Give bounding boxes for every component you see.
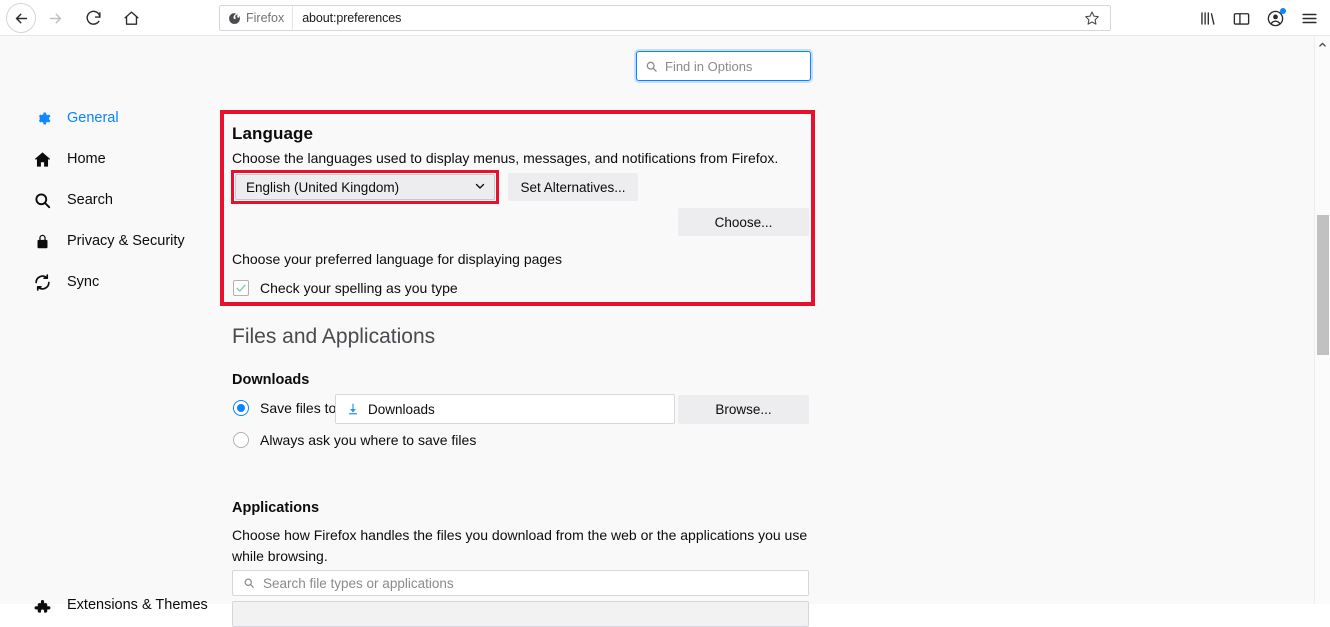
language-select[interactable]: English (United Kingdom) xyxy=(235,174,495,200)
sidebar-item-label: General xyxy=(67,110,119,126)
download-arrow-icon xyxy=(346,402,360,416)
sidebar-item-general[interactable]: General xyxy=(32,104,119,132)
language-select-value: English (United Kingdom) xyxy=(246,180,399,195)
search-icon xyxy=(32,190,52,210)
browser-toolbar: Firefox about:preferences xyxy=(0,0,1330,36)
url-text[interactable]: about:preferences xyxy=(293,11,401,25)
app-menu-button[interactable] xyxy=(1294,3,1324,33)
identity-label: Firefox xyxy=(246,11,284,25)
choose-label: Choose... xyxy=(715,215,773,230)
set-alternatives-label: Set Alternatives... xyxy=(520,180,625,195)
page-scrollbar[interactable] xyxy=(1314,36,1330,604)
star-icon xyxy=(1084,10,1100,26)
sidebar-item-home[interactable]: Home xyxy=(32,145,106,173)
home-icon xyxy=(32,149,52,169)
spellcheck-checkbox[interactable] xyxy=(233,280,249,296)
search-input[interactable]: Find in Options xyxy=(636,51,811,81)
spellcheck-row[interactable]: Check your spelling as you type xyxy=(233,280,458,296)
set-alternatives-button[interactable]: Set Alternatives... xyxy=(508,173,638,201)
library-icon xyxy=(1198,9,1217,28)
download-folder-field[interactable]: Downloads xyxy=(335,394,675,424)
account-button[interactable] xyxy=(1260,3,1290,33)
home-button[interactable] xyxy=(116,3,146,33)
preferences-category-list: General Home Search xyxy=(0,36,221,604)
lock-icon xyxy=(32,231,52,251)
sidebar-icon xyxy=(1232,9,1251,28)
preferred-pages-language-text: Choose your preferred language for displ… xyxy=(232,249,562,270)
sidebar-button[interactable] xyxy=(1226,3,1256,33)
scrollbar-thumb[interactable] xyxy=(1317,215,1329,355)
check-icon xyxy=(235,282,247,294)
back-button[interactable] xyxy=(6,3,36,33)
reload-button[interactable] xyxy=(78,3,108,33)
menu-icon xyxy=(1300,9,1319,28)
spellcheck-label: Check your spelling as you type xyxy=(260,280,458,296)
applications-table-header xyxy=(232,601,809,627)
always-ask-radio-row[interactable]: Always ask you where to save files xyxy=(233,432,476,448)
identity-box[interactable]: Firefox xyxy=(220,6,293,30)
search-placeholder: Find in Options xyxy=(665,59,752,74)
applications-title: Applications xyxy=(232,500,319,516)
firefox-logo-icon xyxy=(228,12,241,25)
save-files-to-radio-row[interactable]: Save files to xyxy=(233,400,336,416)
account-notification-badge xyxy=(1280,8,1286,14)
sidebar-item-sync[interactable]: Sync xyxy=(32,268,99,296)
browse-button[interactable]: Browse... xyxy=(678,395,809,424)
sidebar-item-label: Home xyxy=(67,151,106,167)
download-folder-value: Downloads xyxy=(368,402,435,417)
reload-icon xyxy=(85,10,102,27)
search-icon xyxy=(645,60,658,73)
language-section-title: Language xyxy=(232,124,313,144)
bookmark-button[interactable] xyxy=(1084,10,1102,28)
puzzle-icon xyxy=(32,595,52,615)
applications-description: Choose how Firefox handles the files you… xyxy=(232,525,810,567)
library-button[interactable] xyxy=(1192,3,1222,33)
toolbar-right-group xyxy=(1192,0,1324,36)
downloads-title: Downloads xyxy=(232,372,309,388)
forward-button[interactable] xyxy=(40,3,70,33)
files-applications-title: Files and Applications xyxy=(232,325,435,349)
arrow-right-icon xyxy=(47,10,64,27)
preferences-content: Find in Options Language Choose the lang… xyxy=(221,36,1314,604)
sidebar-item-label: Search xyxy=(67,192,113,208)
scrollbar-up-button[interactable] xyxy=(1315,36,1330,52)
sidebar-item-label: Extensions & Themes xyxy=(67,597,208,613)
chevron-down-icon xyxy=(474,180,486,195)
sync-icon xyxy=(32,272,52,292)
sidebar-item-label: Privacy & Security xyxy=(67,233,185,249)
preferences-page: General Home Search xyxy=(0,36,1330,604)
chevron-up-icon xyxy=(1318,40,1327,49)
sidebar-item-extensions-themes[interactable]: Extensions & Themes xyxy=(32,591,208,619)
sidebar-item-privacy-security[interactable]: Privacy & Security xyxy=(32,227,185,255)
search-icon xyxy=(243,577,255,589)
browse-label: Browse... xyxy=(715,402,771,417)
always-ask-radio[interactable] xyxy=(233,432,249,448)
save-files-to-label: Save files to xyxy=(260,400,336,416)
save-files-to-radio[interactable] xyxy=(233,400,249,416)
sidebar-item-label: Sync xyxy=(67,274,99,290)
language-description: Choose the languages used to display men… xyxy=(232,148,792,169)
choose-button[interactable]: Choose... xyxy=(678,208,809,236)
applications-search-input[interactable]: Search file types or applications xyxy=(232,570,809,596)
gear-icon xyxy=(32,108,52,128)
url-bar[interactable]: Firefox about:preferences xyxy=(219,5,1111,31)
arrow-left-icon xyxy=(13,10,30,27)
sidebar-item-search[interactable]: Search xyxy=(32,186,113,214)
home-icon xyxy=(123,10,140,27)
applications-search-placeholder: Search file types or applications xyxy=(263,576,454,591)
always-ask-label: Always ask you where to save files xyxy=(260,432,476,448)
